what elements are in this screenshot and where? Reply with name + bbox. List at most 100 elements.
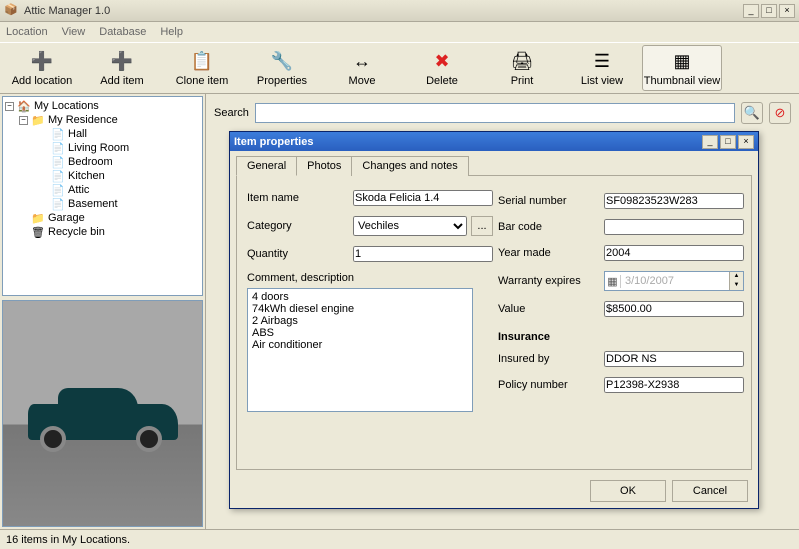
tree-room[interactable]: 📄Attic <box>5 183 200 197</box>
tab-changes[interactable]: Changes and notes <box>351 156 468 176</box>
serial-field[interactable] <box>604 193 744 209</box>
toolbar-label: Move <box>349 75 376 87</box>
dialog-title: Item properties <box>234 136 702 148</box>
label-value: Value <box>498 303 588 315</box>
ok-button[interactable]: OK <box>590 480 666 502</box>
tree-room-label: Attic <box>68 184 89 196</box>
add-location-button-icon: ➕ <box>30 49 54 73</box>
policy-field[interactable] <box>604 377 744 393</box>
calendar-icon[interactable]: ▦ <box>605 275 621 288</box>
search-label: Search <box>214 107 249 119</box>
page-icon: 📄 <box>51 198 65 210</box>
tree-root-label: My Locations <box>34 100 99 112</box>
add-location-button[interactable]: ➕ Add location <box>2 45 82 91</box>
toolbar-label: Print <box>511 75 534 87</box>
collapse-icon[interactable]: − <box>19 116 28 125</box>
toolbar-label: Add location <box>12 75 73 87</box>
comment-field[interactable] <box>247 288 473 412</box>
tree-room[interactable]: 📄Living Room <box>5 141 200 155</box>
move-button[interactable]: ↔Move <box>322 45 402 91</box>
tree-room-label: Living Room <box>68 142 129 154</box>
menu-view[interactable]: View <box>62 26 86 38</box>
print-button-icon: 🖨 <box>510 49 534 73</box>
search-clear-button[interactable]: ⊘ <box>769 102 791 124</box>
label-serial: Serial number <box>498 195 588 207</box>
toolbar-label: List view <box>581 75 623 87</box>
menu-help[interactable]: Help <box>160 26 183 38</box>
recycle-icon: 🗑 <box>31 226 45 238</box>
search-go-button[interactable]: 🔍 <box>741 102 763 124</box>
page-icon: 📄 <box>51 128 65 140</box>
tree-residence[interactable]: − 📁 My Residence <box>5 113 200 127</box>
spin-up[interactable]: ▲ <box>730 272 743 281</box>
thumbnail-view-button[interactable]: ▦ Thumbnail view <box>642 45 722 91</box>
dialog-titlebar[interactable]: Item properties _ □ × <box>230 132 758 151</box>
tree-room[interactable]: 📄Basement <box>5 197 200 211</box>
toolbar-label: Thumbnail view <box>644 75 720 87</box>
collapse-icon[interactable]: − <box>5 102 14 111</box>
close-button[interactable]: × <box>779 4 795 18</box>
list-view-button[interactable]: ☰List view <box>562 45 642 91</box>
maximize-button[interactable]: □ <box>761 4 777 18</box>
page-icon: 📄 <box>51 170 65 182</box>
insurance-heading: Insurance <box>498 331 738 343</box>
spin-down[interactable]: ▼ <box>730 281 743 290</box>
label-year: Year made <box>498 247 588 259</box>
label-quantity: Quantity <box>247 248 337 260</box>
tree-residence-label: My Residence <box>48 114 118 126</box>
quantity-field[interactable] <box>353 246 493 262</box>
tree-room[interactable]: 📄Hall <box>5 127 200 141</box>
label-comment: Comment, description <box>247 272 497 284</box>
warranty-date-field[interactable]: ▦ 3/10/2007 ▲▼ <box>604 271 744 291</box>
menu-database[interactable]: Database <box>99 26 146 38</box>
add-item-button[interactable]: ➕Add item <box>82 45 162 91</box>
warranty-value: 3/10/2007 <box>621 275 729 287</box>
statusbar: 16 items in My Locations. <box>0 529 799 549</box>
tree-room-label: Kitchen <box>68 170 105 182</box>
tree-root[interactable]: − 🏠 My Locations <box>5 99 200 113</box>
delete-button-icon: ✖ <box>430 49 454 73</box>
toolbar-label: Add item <box>100 75 143 87</box>
label-barcode: Bar code <box>498 221 588 233</box>
tree-recycle-label: Recycle bin <box>48 226 105 238</box>
label-item-name: Item name <box>247 192 337 204</box>
tab-photos[interactable]: Photos <box>296 156 352 176</box>
search-row: Search 🔍 ⊘ <box>210 98 795 128</box>
item-name-field[interactable] <box>353 190 493 206</box>
delete-button[interactable]: ✖Delete <box>402 45 482 91</box>
barcode-field[interactable] <box>604 219 744 235</box>
toolbar-label: Clone item <box>176 75 229 87</box>
value-field[interactable] <box>604 301 744 317</box>
category-select[interactable]: Vechiles <box>353 216 467 236</box>
year-field[interactable] <box>604 245 744 261</box>
dialog-close-button[interactable]: × <box>738 135 754 149</box>
properties-button-icon: 🔧 <box>270 49 294 73</box>
tree-room[interactable]: 📄Bedroom <box>5 155 200 169</box>
tree-recycle[interactable]: 🗑 Recycle bin <box>5 225 200 239</box>
clone-item-button[interactable]: 📋 Clone item <box>162 45 242 91</box>
print-button[interactable]: 🖨 Print <box>482 45 562 91</box>
dialog-maximize-button[interactable]: □ <box>720 135 736 149</box>
cancel-button[interactable]: Cancel <box>672 480 748 502</box>
menu-location[interactable]: Location <box>6 26 48 38</box>
menubar: Location View Database Help <box>0 22 799 42</box>
insured-by-field[interactable] <box>604 351 744 367</box>
app-title: Attic Manager 1.0 <box>24 5 743 17</box>
clone-item-button-icon: 📋 <box>190 49 214 73</box>
tree-garage[interactable]: 📁 Garage <box>5 211 200 225</box>
tree-room[interactable]: 📄Kitchen <box>5 169 200 183</box>
thumbnail-view-button-icon: ▦ <box>670 49 694 73</box>
tree-room-label: Hall <box>68 128 87 140</box>
category-browse-button[interactable]: ... <box>471 216 493 236</box>
minimize-button[interactable]: _ <box>743 4 759 18</box>
tab-general[interactable]: General <box>236 156 297 176</box>
properties-button[interactable]: 🔧Properties <box>242 45 322 91</box>
car-image <box>18 374 188 454</box>
location-tree[interactable]: − 🏠 My Locations − 📁 My Residence 📄Hall📄… <box>2 96 203 296</box>
main-titlebar: 📦 Attic Manager 1.0 _ □ × <box>0 0 799 22</box>
search-input[interactable] <box>255 103 735 123</box>
dialog-minimize-button[interactable]: _ <box>702 135 718 149</box>
tree-room-label: Basement <box>68 198 118 210</box>
tree-room-label: Bedroom <box>68 156 113 168</box>
label-warranty: Warranty expires <box>498 275 588 287</box>
